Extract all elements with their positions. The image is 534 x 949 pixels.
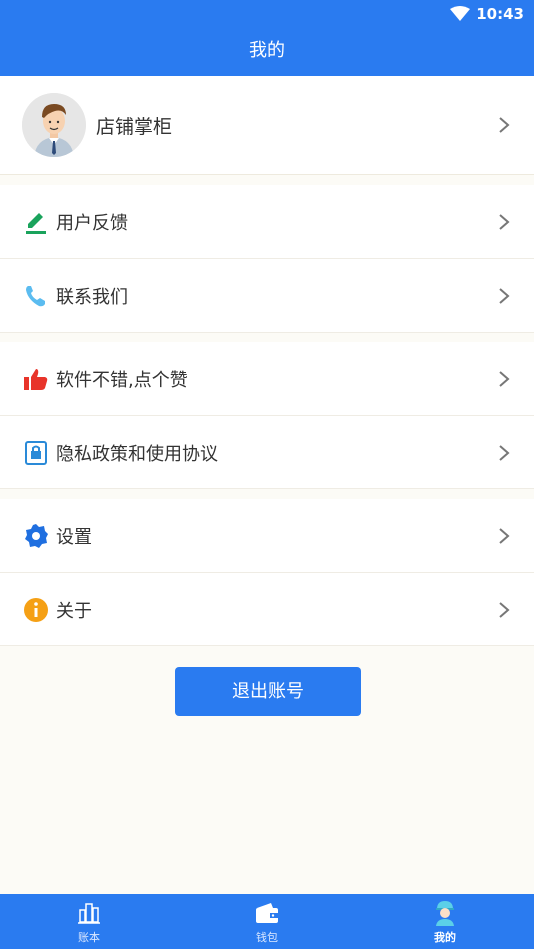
privacy-lock-icon: [25, 441, 47, 465]
menu-item-label: 设置: [56, 527, 92, 548]
logout-button[interactable]: 退出账号: [175, 667, 361, 716]
menu-item-privacy[interactable]: 隐私政策和使用协议: [0, 416, 534, 489]
ledger-icon: [78, 903, 100, 924]
menu-item-feedback[interactable]: 用户反馈: [0, 185, 534, 259]
chevron-right-icon: [499, 602, 510, 618]
app-bar: 我的: [0, 28, 534, 76]
menu-item-settings[interactable]: 设置: [0, 499, 534, 573]
profile-row[interactable]: 店铺掌柜: [0, 76, 534, 175]
chevron-right-icon: [499, 371, 510, 387]
profile-name: 店铺掌柜: [96, 116, 173, 138]
tab-wallet[interactable]: 钱包: [178, 894, 356, 949]
menu-item-label: 联系我们: [56, 287, 128, 308]
tab-label: 账本: [78, 931, 100, 944]
thumbs-up-icon: [24, 369, 48, 390]
phone-icon: [26, 286, 45, 307]
gear-icon: [25, 524, 48, 548]
tab-mine[interactable]: 我的: [356, 894, 534, 949]
chevron-right-icon: [499, 117, 510, 133]
chevron-right-icon: [499, 214, 510, 230]
tab-label: 我的: [434, 931, 456, 944]
pencil-icon: [26, 213, 46, 234]
chevron-right-icon: [499, 288, 510, 304]
avatar: [22, 93, 86, 157]
wallet-icon: [256, 903, 278, 923]
status-bar: 10:43: [0, 0, 534, 28]
menu-item-label: 用户反馈: [56, 213, 128, 234]
bottom-tab-bar: 账本 钱包 我的: [0, 894, 534, 949]
page-title: 我的: [249, 40, 285, 61]
menu-item-about[interactable]: 关于: [0, 573, 534, 646]
menu-item-like[interactable]: 软件不错,点个赞: [0, 342, 534, 416]
chevron-right-icon: [499, 528, 510, 544]
chevron-right-icon: [499, 445, 510, 461]
wifi-icon: [450, 6, 470, 21]
status-time: 10:43: [476, 5, 524, 23]
menu-item-label: 关于: [56, 601, 92, 622]
tab-label: 钱包: [256, 931, 278, 944]
profile-icon: [436, 901, 454, 926]
info-icon: [24, 598, 48, 622]
menu-item-label: 隐私政策和使用协议: [56, 444, 218, 465]
menu-item-contact[interactable]: 联系我们: [0, 259, 534, 333]
tab-ledger[interactable]: 账本: [0, 894, 178, 949]
menu-item-label: 软件不错,点个赞: [56, 370, 188, 391]
